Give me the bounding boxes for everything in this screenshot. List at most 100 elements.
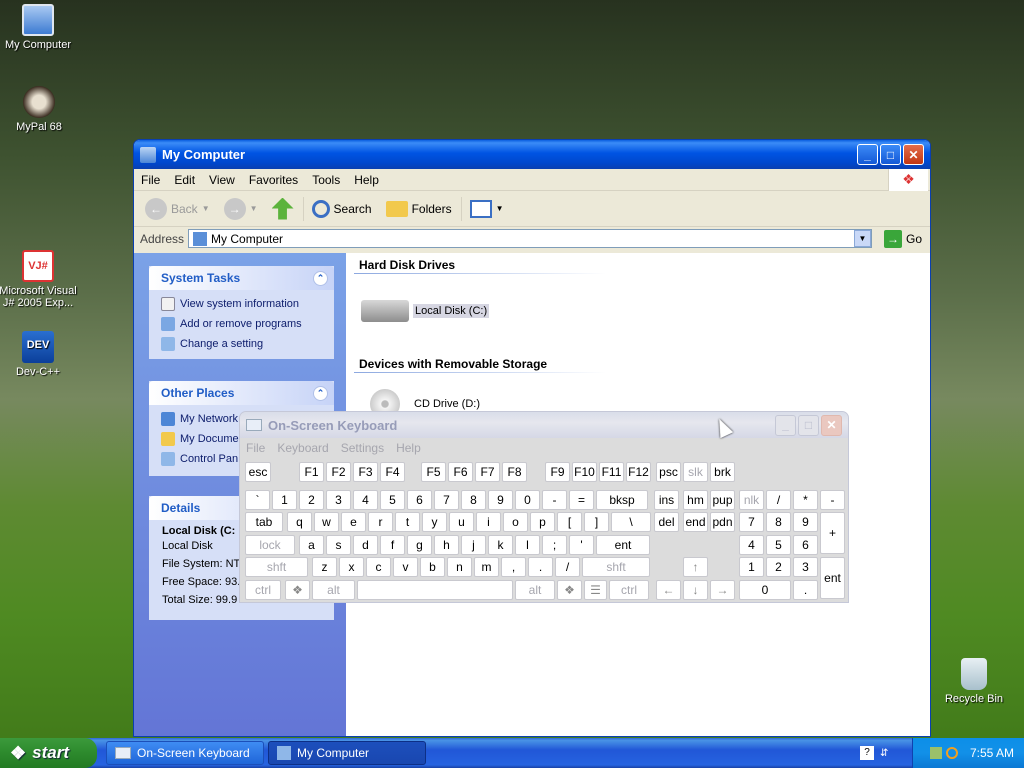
key-ctrl-right[interactable]: ctrl xyxy=(609,580,649,600)
key-fn-14[interactable]: slk xyxy=(683,462,708,482)
desktop-icon-recycle-bin[interactable]: Recycle Bin xyxy=(934,658,1014,705)
key-numpad-enter[interactable]: ent xyxy=(820,557,845,599)
key-num-13[interactable]: bksp xyxy=(596,490,648,510)
key-num-20[interactable]: - xyxy=(820,490,845,510)
key-bot-1[interactable]: z xyxy=(312,557,337,577)
key-fn-13[interactable]: psc xyxy=(656,462,681,482)
key-home-10[interactable]: ; xyxy=(542,535,567,555)
key-top-8[interactable]: i xyxy=(476,512,501,532)
key-num-15[interactable]: hm xyxy=(683,490,708,510)
key-fn-1[interactable]: F1 xyxy=(299,462,324,482)
key-num-16[interactable]: pup xyxy=(710,490,735,510)
add-remove-programs-link[interactable]: Add or remove programs xyxy=(149,314,334,334)
windows-right-key[interactable]: ❖ xyxy=(557,580,582,600)
arrow-down-key[interactable]: ↓ xyxy=(683,580,708,600)
key-top-14[interactable]: del xyxy=(654,512,679,532)
key-num-10[interactable]: 0 xyxy=(515,490,540,510)
key-num-19[interactable]: * xyxy=(793,490,818,510)
key-home-2[interactable]: s xyxy=(326,535,351,555)
key-home-4[interactable]: f xyxy=(380,535,405,555)
key-top-7[interactable]: u xyxy=(449,512,474,532)
key-num-6[interactable]: 6 xyxy=(407,490,432,510)
key-top-12[interactable]: ] xyxy=(584,512,609,532)
key-home-11[interactable]: ' xyxy=(569,535,594,555)
arrow-up-key[interactable]: ↑ xyxy=(683,557,708,577)
panel-header[interactable]: System Tasks ⌃ xyxy=(149,266,334,290)
key-num-9[interactable]: 9 xyxy=(488,490,513,510)
key-fn-11[interactable]: F11 xyxy=(599,462,624,482)
menu-favorites[interactable]: Favorites xyxy=(242,173,305,187)
desktop-icon-vj[interactable]: VJ# Microsoft Visual J# 2005 Exp... xyxy=(0,250,78,309)
key-num-11[interactable]: - xyxy=(542,490,567,510)
view-system-info-link[interactable]: View system information xyxy=(149,294,334,314)
key-bot-0[interactable]: shft xyxy=(245,557,308,577)
menu-edit[interactable]: Edit xyxy=(167,173,202,187)
collapse-chevron-icon[interactable]: ⌃ xyxy=(313,385,328,401)
key-home-5[interactable]: g xyxy=(407,535,432,555)
key-num-0[interactable]: ` xyxy=(245,490,270,510)
key-fn-2[interactable]: F2 xyxy=(326,462,351,482)
start-button[interactable]: ❖ start xyxy=(0,738,97,768)
key-home-0[interactable]: lock xyxy=(245,535,295,555)
key-fn-6[interactable]: F6 xyxy=(448,462,473,482)
key-num-5[interactable]: 5 xyxy=(380,490,405,510)
key-top-5[interactable]: t xyxy=(395,512,420,532)
key-fn-8[interactable]: F8 xyxy=(502,462,527,482)
key-home-14[interactable]: 5 xyxy=(766,535,791,555)
key-numpad-plus[interactable]: + xyxy=(820,512,845,554)
key-fn-9[interactable]: F9 xyxy=(545,462,570,482)
menu-help[interactable]: Help xyxy=(390,441,427,455)
menu-help[interactable]: Help xyxy=(347,173,386,187)
panel-header[interactable]: Other Places ⌃ xyxy=(149,381,334,405)
key-num-8[interactable]: 8 xyxy=(461,490,486,510)
key-home-7[interactable]: j xyxy=(461,535,486,555)
collapse-chevron-icon[interactable]: ⌃ xyxy=(313,270,328,286)
key-bot-2[interactable]: x xyxy=(339,557,364,577)
key-top-4[interactable]: r xyxy=(368,512,393,532)
key-home-15[interactable]: 6 xyxy=(793,535,818,555)
key-fn-4[interactable]: F4 xyxy=(380,462,405,482)
key-top-11[interactable]: [ xyxy=(557,512,582,532)
key-top-16[interactable]: pdn xyxy=(710,512,735,532)
taskbar-item-my-computer[interactable]: My Computer xyxy=(268,741,426,765)
key-fn-0[interactable]: esc xyxy=(245,462,271,482)
key-top-15[interactable]: end xyxy=(683,512,708,532)
key-top-1[interactable]: q xyxy=(287,512,312,532)
key-bot-13[interactable]: 2 xyxy=(766,557,791,577)
desktop-icon-my-computer[interactable]: My Computer xyxy=(0,4,78,51)
key-top-3[interactable]: e xyxy=(341,512,366,532)
maximize-button[interactable]: □ xyxy=(798,414,819,436)
key-fn-3[interactable]: F3 xyxy=(353,462,378,482)
key-num-3[interactable]: 3 xyxy=(326,490,351,510)
up-folder-button[interactable] xyxy=(267,195,299,223)
key-home-6[interactable]: h xyxy=(434,535,459,555)
search-button[interactable]: Search xyxy=(302,196,377,221)
language-bar[interactable]: ? ⇵ xyxy=(860,743,900,763)
key-num-7[interactable]: 7 xyxy=(434,490,459,510)
change-setting-link[interactable]: Change a setting xyxy=(149,334,334,354)
menu-settings[interactable]: Settings xyxy=(335,441,390,455)
key-bot-4[interactable]: v xyxy=(393,557,418,577)
key-home-1[interactable]: a xyxy=(299,535,324,555)
windows-left-key[interactable]: ❖ xyxy=(285,580,310,600)
key-bot-7[interactable]: m xyxy=(474,557,499,577)
key-num-4[interactable]: 4 xyxy=(353,490,378,510)
forward-button[interactable]: → ▼ xyxy=(219,195,263,223)
key-numpad-dot[interactable]: . xyxy=(793,580,818,600)
key-alt-left[interactable]: alt xyxy=(312,580,355,600)
key-num-14[interactable]: ins xyxy=(654,490,679,510)
folders-button[interactable]: Folders xyxy=(381,198,457,220)
key-fn-15[interactable]: brk xyxy=(710,462,735,482)
menu-key[interactable]: ☰ xyxy=(584,580,607,600)
title-bar[interactable]: My Computer _ □ ✕ xyxy=(134,140,930,169)
key-bot-5[interactable]: b xyxy=(420,557,445,577)
key-num-1[interactable]: 1 xyxy=(272,490,297,510)
network-tray-icon[interactable] xyxy=(929,747,942,759)
key-home-8[interactable]: k xyxy=(488,535,513,555)
key-top-19[interactable]: 9 xyxy=(793,512,818,532)
key-ctrl-left[interactable]: ctrl xyxy=(245,580,281,600)
search-tray-icon[interactable] xyxy=(945,747,958,759)
key-bot-11[interactable]: shft xyxy=(582,557,650,577)
clock[interactable]: 7:55 AM xyxy=(970,746,1014,760)
key-num-18[interactable]: / xyxy=(766,490,791,510)
